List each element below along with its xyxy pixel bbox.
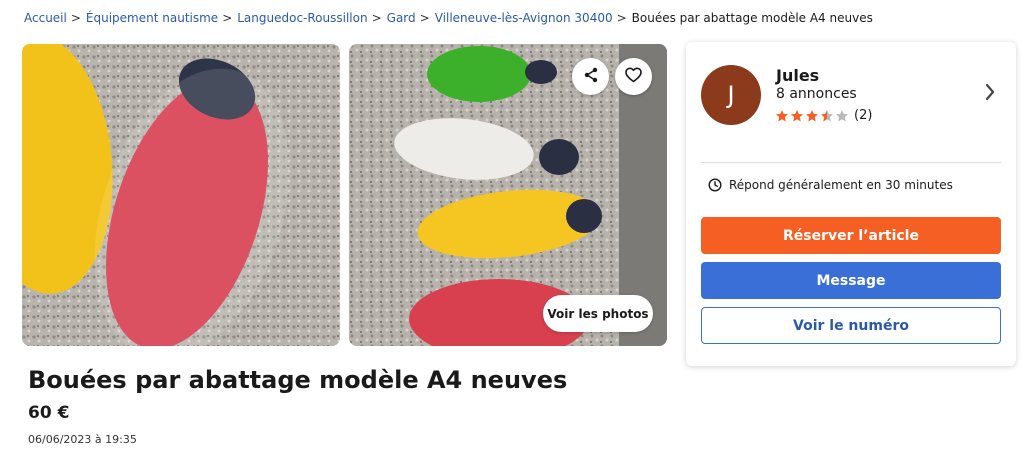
breadcrumb-category[interactable]: Équipement nautisme bbox=[86, 11, 218, 25]
view-phone-button[interactable]: Voir le numéro bbox=[701, 307, 1001, 344]
breadcrumb-separator: > bbox=[70, 11, 81, 25]
card-divider bbox=[701, 162, 1001, 163]
star-empty-icon bbox=[836, 109, 848, 121]
message-button[interactable]: Message bbox=[701, 262, 1001, 299]
reserve-button[interactable]: Réserver l’article bbox=[701, 217, 1001, 254]
favorite-button[interactable] bbox=[615, 58, 652, 95]
breadcrumb-current: Bouées par abattage modèle A4 neuves bbox=[631, 11, 873, 25]
share-icon bbox=[583, 67, 599, 87]
breadcrumb-city[interactable]: Villeneuve-lès-Avignon 30400 bbox=[435, 11, 613, 25]
star-full-icon bbox=[806, 109, 818, 121]
breadcrumb-separator: > bbox=[616, 11, 627, 25]
listing-photo-main[interactable] bbox=[22, 44, 340, 346]
star-half-icon bbox=[821, 109, 833, 121]
share-button[interactable] bbox=[572, 58, 609, 95]
seller-card: J Jules 8 annonces (2) Répond généraleme… bbox=[686, 42, 1016, 366]
view-photos-button[interactable]: Voir les photos bbox=[543, 295, 653, 332]
breadcrumb: Accueil > Équipement nautisme > Languedoc-… bbox=[24, 11, 873, 25]
seller-listing-count: 8 annonces bbox=[776, 86, 857, 102]
heart-icon bbox=[625, 67, 642, 87]
seller-name[interactable]: Jules bbox=[776, 66, 819, 85]
breadcrumb-region[interactable]: Languedoc-Roussillon bbox=[237, 11, 367, 25]
seller-rating[interactable]: (2) bbox=[775, 108, 872, 123]
star-full-icon bbox=[791, 109, 803, 121]
response-time-label: Répond généralement en 30 minutes bbox=[729, 178, 953, 192]
seller-avatar[interactable]: J bbox=[701, 65, 761, 125]
star-full-icon bbox=[776, 109, 788, 121]
breadcrumb-department[interactable]: Gard bbox=[387, 11, 416, 25]
listing-price: 60 € bbox=[28, 403, 70, 423]
listing-title: Bouées par abattage modèle A4 neuves bbox=[28, 366, 568, 394]
rating-count: (2) bbox=[854, 108, 873, 123]
clock-icon bbox=[708, 178, 722, 192]
breadcrumb-separator: > bbox=[419, 11, 430, 25]
breadcrumb-separator: > bbox=[222, 11, 233, 25]
chevron-right-icon[interactable] bbox=[984, 82, 996, 106]
breadcrumb-home[interactable]: Accueil bbox=[24, 11, 67, 25]
response-time: Répond généralement en 30 minutes bbox=[708, 178, 953, 192]
listing-date: 06/06/2023 à 19:35 bbox=[28, 433, 137, 446]
breadcrumb-separator: > bbox=[371, 11, 382, 25]
